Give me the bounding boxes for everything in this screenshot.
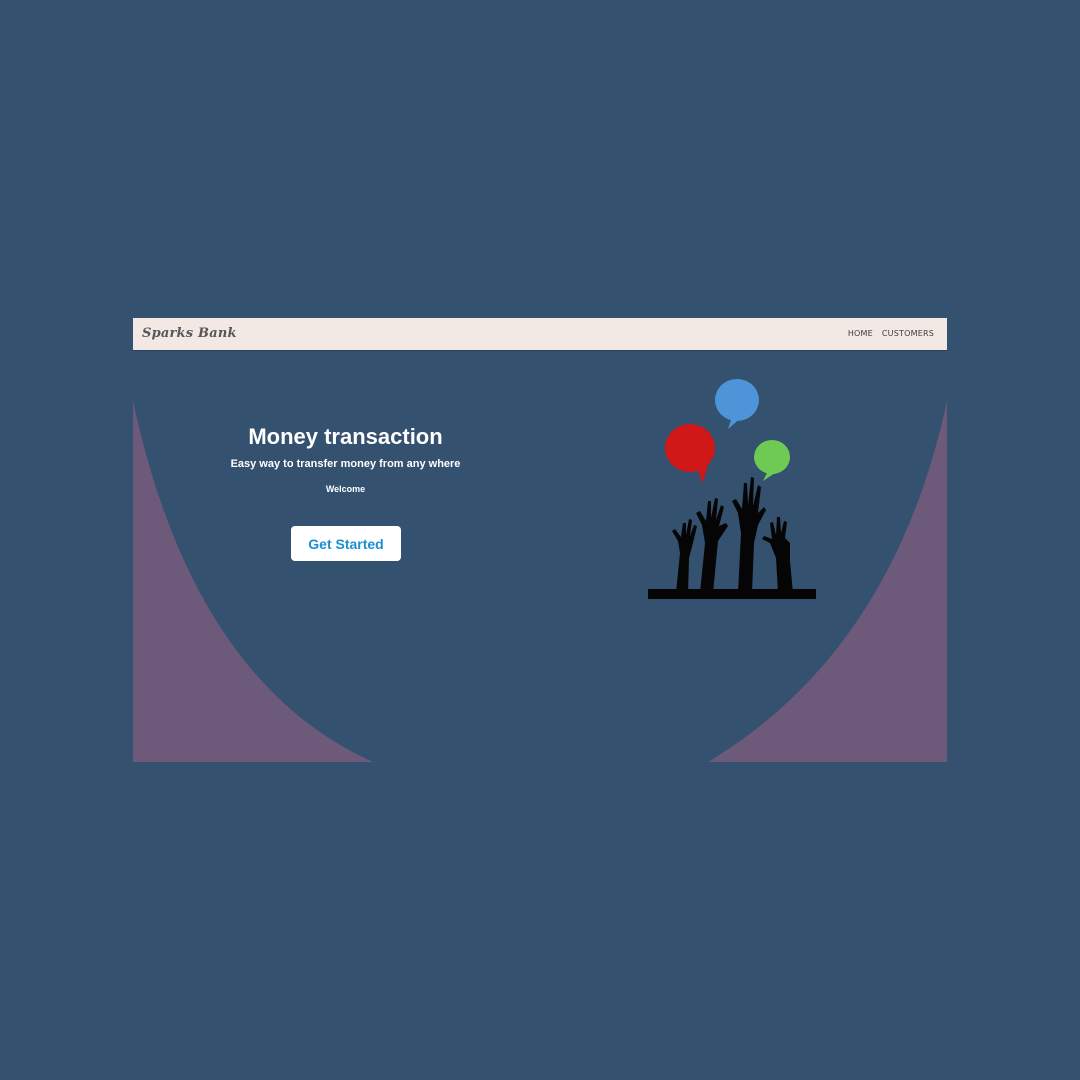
raised-hands-illustration bbox=[648, 379, 816, 599]
hero-subtitle: Easy way to transfer money from any wher… bbox=[230, 458, 461, 470]
browser-viewport: Sparks Bank HOME CUSTOMERS Money transac… bbox=[133, 318, 947, 762]
hero-welcome-text: Welcome bbox=[325, 484, 366, 494]
nav-link-customers[interactable]: CUSTOMERS bbox=[882, 329, 934, 338]
brand-logo[interactable]: Sparks Bank bbox=[142, 326, 237, 341]
hero-text: Money transaction Easy way to transfer m… bbox=[193, 423, 498, 495]
speech-bubble-green-icon bbox=[754, 440, 790, 481]
hero-title: Money transaction bbox=[248, 424, 443, 449]
speech-bubble-red-icon bbox=[665, 424, 715, 483]
hands-silhouette-icon bbox=[648, 477, 816, 599]
nav-link-home[interactable]: HOME bbox=[848, 329, 873, 338]
get-started-button[interactable]: Get Started bbox=[291, 526, 401, 561]
speech-bubble-blue-icon bbox=[715, 379, 759, 429]
navbar: Sparks Bank HOME CUSTOMERS bbox=[133, 318, 947, 351]
nav-links: HOME CUSTOMERS bbox=[848, 329, 934, 338]
